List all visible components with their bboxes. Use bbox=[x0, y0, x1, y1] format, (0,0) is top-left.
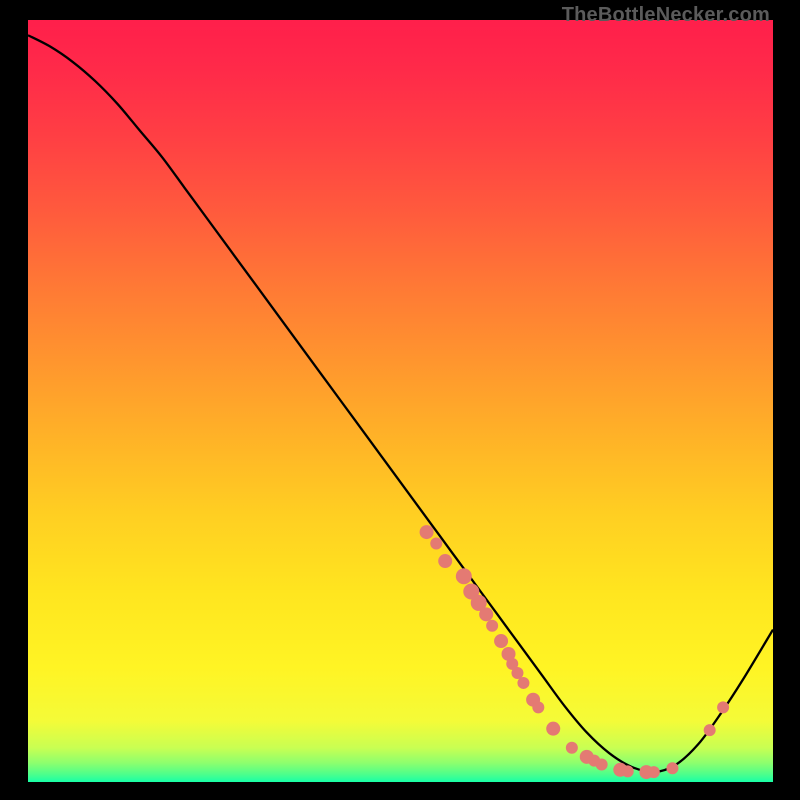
data-point bbox=[420, 525, 434, 539]
data-point bbox=[486, 620, 498, 632]
chart-svg bbox=[28, 20, 773, 782]
data-point bbox=[517, 677, 529, 689]
watermark-text: TheBottleNecker.com bbox=[562, 4, 770, 27]
data-point bbox=[494, 634, 508, 648]
data-point bbox=[532, 701, 544, 713]
chart-plot-area bbox=[28, 20, 773, 782]
data-point bbox=[546, 722, 560, 736]
data-point bbox=[717, 701, 729, 713]
data-point bbox=[704, 724, 716, 736]
data-point bbox=[456, 568, 472, 584]
data-point bbox=[666, 762, 678, 774]
data-point bbox=[430, 537, 442, 549]
data-point bbox=[622, 765, 634, 777]
data-point bbox=[438, 554, 452, 568]
data-point bbox=[566, 742, 578, 754]
chart-background-gradient bbox=[28, 20, 773, 782]
data-point bbox=[479, 607, 493, 621]
data-point bbox=[648, 766, 660, 778]
data-point bbox=[596, 758, 608, 770]
